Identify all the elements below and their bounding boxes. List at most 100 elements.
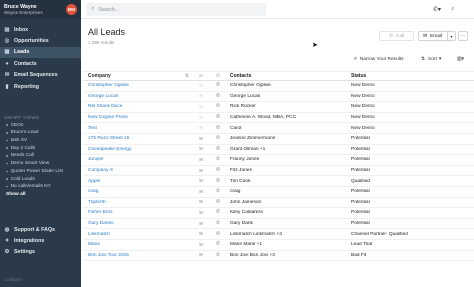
company-link[interactable]: George Lucas: [83, 94, 194, 99]
table-row[interactable]: Rib Shack Duce ✉ ✆ Rick Rocker New Demo: [83, 102, 474, 113]
envelope-icon[interactable]: ✉: [194, 178, 208, 184]
table-row[interactable]: 175 Ruzo Street 15 ✉ ✆ Jeanne Zimmermann Pot…: [83, 134, 474, 145]
smart-view-item[interactable]: task SV: [6, 137, 81, 145]
contact-name[interactable]: Fitz Jones: [228, 168, 349, 173]
phone-icon[interactable]: ✆: [208, 115, 228, 120]
chevron-down-icon[interactable]: ▾: [447, 32, 455, 40]
envelope-icon[interactable]: ✉: [194, 221, 208, 227]
sort-button[interactable]: ⇅ Sort ▾: [421, 57, 441, 62]
table-row[interactable]: Company X ✉ ✆ Fitz Jones Potential: [83, 166, 474, 177]
envelope-icon[interactable]: ✉: [194, 146, 208, 152]
sidebar-item-contacts[interactable]: ● Contacts: [0, 58, 81, 69]
table-row[interactable]: Juniper ✉ ✆ Franny Jones Potential: [83, 155, 474, 166]
contact-name[interactable]: Kiley Caldarera: [228, 210, 349, 215]
contact-name[interactable]: Linkmatch Linkmatch +3: [228, 232, 349, 237]
phone-icon[interactable]: ✆: [208, 147, 228, 152]
contact-name[interactable]: Marie Marie +1: [228, 242, 349, 247]
column-view-button[interactable]: ▥▾: [457, 57, 464, 62]
table-row[interactable]: Linkmatch ✉ ✆ Linkmatch Linkmatch +3 Channel…: [83, 229, 474, 240]
contact-name[interactable]: Gary Dank: [228, 221, 349, 226]
smart-view-item[interactable]: Needs Call: [6, 152, 81, 160]
table-row[interactable]: craig ✉ ✆ craig Potential: [83, 187, 474, 198]
phone-icon[interactable]: ✆: [208, 157, 228, 162]
envelope-icon[interactable]: ✉: [194, 157, 208, 163]
column-header-status[interactable]: Status: [349, 73, 474, 79]
company-link[interactable]: Gary Danko: [83, 221, 194, 226]
sidebar-item-integrations[interactable]: ✦ Integrations: [0, 235, 81, 246]
phone-icon[interactable]: ✆: [208, 179, 228, 184]
table-row[interactable]: Gary Danko ✉ ✆ Gary Dank Potential: [83, 219, 474, 230]
envelope-icon[interactable]: ✉: [194, 231, 208, 237]
phone-icon[interactable]: ✆: [208, 232, 228, 237]
envelope-icon[interactable]: ✉: [194, 189, 208, 195]
envelope-icon[interactable]: ✉: [194, 199, 208, 205]
envelope-icon[interactable]: ✉: [194, 242, 208, 248]
sidebar-item-reporting[interactable]: ▮ Reporting: [0, 81, 81, 92]
phone-icon[interactable]: ✆: [208, 83, 228, 88]
table-row[interactable]: Apple ✉ ✆ Tim Cook Qualified: [83, 176, 474, 187]
table-row[interactable]: Marie ✉ ✆ Marie Marie +1 Lead Trial: [83, 240, 474, 251]
table-row[interactable]: Fisher Bros ✉ ✆ Kiley Caldarera Potential: [83, 208, 474, 219]
sidebar-item-inbox[interactable]: ▤ Inbox: [0, 24, 81, 35]
column-header-company[interactable]: Company ⇅: [83, 73, 194, 79]
company-link[interactable]: Bon Jovi Tour 2015: [83, 253, 194, 258]
contact-name[interactable]: John Jameson: [228, 200, 349, 205]
narrow-results-button[interactable]: ≡ Narrow Your Results: [354, 57, 404, 62]
smart-view-item[interactable]: Cold Leads: [6, 175, 81, 183]
smart-view-item[interactable]: Quoter Power Dialer List: [6, 167, 81, 175]
sidebar-item-opportunities[interactable]: ◎ Opportunities: [0, 35, 81, 46]
envelope-icon[interactable]: ✉: [194, 210, 208, 216]
sidebar-item-settings[interactable]: ⚙ Settings: [0, 247, 81, 258]
call-button[interactable]: ✆ Call: [379, 31, 414, 41]
company-link[interactable]: New Cegnie Press: [83, 115, 194, 120]
contact-name[interactable]: Tim Cook: [228, 179, 349, 184]
table-row[interactable]: Chesapeake Energy ✉ ✆ Grant Ollman +1 Potent…: [83, 145, 474, 156]
company-link[interactable]: Chesapeake Energy: [83, 147, 194, 152]
search-input[interactable]: ⌕ Search...: [86, 3, 266, 16]
table-row[interactable]: Tripterth ✉ ✆ John Jameson Potential: [83, 198, 474, 209]
contact-name[interactable]: craig: [228, 189, 349, 194]
bell-icon[interactable]: ♪: [451, 5, 454, 12]
company-link[interactable]: Apple: [83, 179, 194, 184]
company-link[interactable]: Juniper: [83, 157, 194, 162]
more-options-button[interactable]: ⋯: [458, 31, 468, 41]
company-link[interactable]: Linkmatch: [83, 232, 194, 237]
company-link[interactable]: 175 Ruzo Street 15: [83, 136, 194, 141]
column-header-contacts[interactable]: Contacts: [228, 73, 349, 79]
contact-name[interactable]: Jeanne Zimmermann: [228, 136, 349, 141]
sidebar-item-support-faqs[interactable]: ◍ Support & FAQs: [0, 224, 81, 235]
collapse-button[interactable]: Collapse: [4, 277, 22, 282]
sidebar-item-leads[interactable]: ▦ Leads: [0, 46, 81, 59]
phone-icon[interactable]: ✆▾: [433, 6, 441, 13]
company-link[interactable]: Test: [83, 126, 194, 131]
smart-view-item[interactable]: Bruce's Lead: [6, 129, 81, 137]
phone-icon[interactable]: ✆: [208, 136, 228, 141]
company-link[interactable]: Tripterth: [83, 200, 194, 205]
contact-name[interactable]: Catherine A. Wood, MBA, PCC: [228, 115, 349, 120]
company-link[interactable]: Rib Shack Duce: [83, 104, 194, 109]
sidebar-item-email-sequences[interactable]: ✉ Email Sequences: [0, 70, 81, 81]
table-row[interactable]: New Cegnie Press ✉ ✆ Catherine A. Wood, MBA…: [83, 113, 474, 124]
contact-name[interactable]: George Lucas: [228, 94, 349, 99]
phone-icon[interactable]: ✆: [208, 210, 228, 215]
table-row[interactable]: Christopher Ogilvie ✉ ✆ Christopher Ogilvie…: [83, 81, 474, 92]
envelope-icon[interactable]: ✉: [194, 136, 208, 142]
email-button[interactable]: ✉ Email ▾: [418, 31, 456, 41]
table-row[interactable]: Bon Jovi Tour 2015 ✉ ✆ Bon Jovi Bon Jovi +3…: [83, 251, 474, 262]
table-row[interactable]: George Lucas ✉ ✆ George Lucas New Demo: [83, 92, 474, 103]
contact-name[interactable]: Franny Jones: [228, 157, 349, 162]
phone-icon[interactable]: ✆: [208, 168, 228, 173]
account-header[interactable]: Bruce Wayne Wayne Enterprises BW: [0, 0, 81, 19]
phone-icon[interactable]: ✆: [208, 242, 228, 247]
contact-name[interactable]: Grant Ollman +1: [228, 147, 349, 152]
smart-view-item[interactable]: CEOs: [6, 121, 81, 129]
smart-view-item[interactable]: Demo Smart View: [6, 160, 81, 168]
smart-view-item[interactable]: No calls/emails NY: [6, 183, 81, 191]
envelope-icon[interactable]: ✉: [194, 252, 208, 258]
phone-icon[interactable]: ✆: [208, 104, 228, 109]
company-link[interactable]: craig: [83, 189, 194, 194]
contact-name[interactable]: Rick Rocker: [228, 104, 349, 109]
contact-name[interactable]: Christopher Ogilvie: [228, 83, 349, 88]
avatar[interactable]: BW: [66, 4, 77, 15]
company-link[interactable]: Marie: [83, 242, 194, 247]
